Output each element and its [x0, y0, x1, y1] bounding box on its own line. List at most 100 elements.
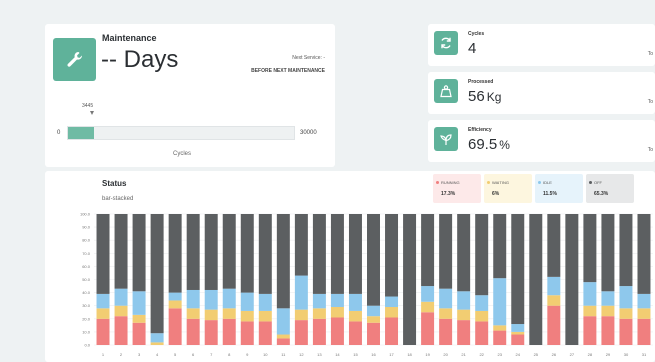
bar-off-1 [96, 214, 110, 294]
bar-running-20 [439, 318, 453, 345]
x-tick-label: 28 [588, 352, 593, 357]
bar-off-28 [583, 214, 597, 283]
bar-off-2 [114, 214, 128, 289]
y-tick-label: 70.0 [82, 251, 91, 256]
x-tick-label: 5 [174, 352, 177, 357]
bar-off-8 [222, 214, 236, 289]
off-dot-icon [589, 181, 592, 184]
bar-running-31 [637, 318, 651, 345]
y-tick-label: 20.0 [82, 316, 91, 321]
y-tick-label: 100.0 [80, 212, 91, 217]
legend-idle: IDLE 11.5% [535, 174, 583, 203]
bar-running-5 [168, 308, 182, 345]
bar-idle-9 [240, 292, 254, 311]
x-tick-label: 15 [353, 352, 358, 357]
y-tick-label: 40.0 [82, 290, 91, 295]
x-tick-label: 19 [425, 352, 430, 357]
bar-running-6 [186, 318, 200, 345]
bar-running-21 [457, 320, 471, 345]
x-tick-label: 24 [516, 352, 521, 357]
y-tick-label: 50.0 [82, 277, 91, 282]
x-tick-label: 12 [299, 352, 304, 357]
x-tick-label: 21 [461, 352, 466, 357]
bar-off-13 [312, 214, 326, 294]
bar-off-11 [276, 214, 290, 309]
legend-off-name: OFF [594, 180, 602, 185]
bar-waiting-19 [421, 301, 435, 313]
bar-waiting-13 [312, 308, 326, 319]
wrench-icon [67, 51, 82, 67]
bar-idle-6 [186, 289, 200, 309]
legend-waiting: WAITING 6% [484, 174, 532, 203]
bar-off-17 [385, 214, 399, 297]
legend-waiting-value: 6% [492, 191, 500, 197]
legend-running-value: 17.3% [441, 191, 456, 197]
bar-running-9 [240, 321, 254, 345]
idle-dot-icon [538, 181, 541, 184]
cycles-stat-card: Cycles 4 To [428, 24, 655, 66]
bar-off-7 [204, 214, 218, 290]
bar-idle-19 [421, 286, 435, 302]
waiting-dot-icon [487, 181, 490, 184]
cycles-stat-title: Cycles [468, 31, 485, 37]
bar-waiting-6 [186, 308, 200, 319]
processed-stat-unit: Kg [486, 90, 502, 104]
cycles-progress-bar [67, 126, 295, 140]
refresh-icon [441, 37, 451, 49]
bar-idle-7 [204, 289, 218, 310]
bar-idle-29 [601, 291, 615, 306]
bar-waiting-21 [457, 309, 471, 321]
bar-idle-13 [312, 293, 326, 309]
bar-off-9 [240, 214, 254, 293]
cycles-max-label: 30000 [300, 130, 317, 136]
x-tick-label: 1 [102, 352, 105, 357]
bar-idle-4 [150, 333, 164, 343]
bar-idle-2 [114, 288, 128, 306]
bar-running-29 [601, 316, 615, 345]
y-tick-label: 30.0 [82, 303, 91, 308]
processed-stat-card: Processed 56 Kg To [428, 72, 655, 114]
bar-idle-31 [637, 293, 651, 309]
cycles-stat-value: 4 [468, 40, 476, 57]
x-tick-label: 22 [479, 352, 484, 357]
y-tick-label: 80.0 [82, 238, 91, 243]
bar-idle-28 [583, 282, 597, 306]
cycles-axis-label: Cycles [173, 151, 192, 157]
bar-idle-8 [222, 288, 236, 309]
x-tick-label: 11 [281, 352, 286, 357]
bar-idle-3 [132, 291, 146, 315]
processed-stat-number: 56 [468, 88, 485, 105]
x-tick-label: 30 [624, 352, 629, 357]
bar-waiting-16 [367, 316, 380, 323]
x-tick-label: 16 [371, 352, 376, 357]
bar-idle-21 [457, 291, 471, 310]
legend-waiting-name: WAITING [492, 180, 509, 185]
bar-off-23 [493, 214, 507, 279]
bar-running-1 [96, 318, 110, 345]
efficiency-stat-unit: % [499, 138, 510, 152]
bar-running-23 [493, 330, 507, 345]
bar-running-15 [348, 321, 362, 345]
bar-idle-1 [96, 293, 110, 309]
bar-idle-26 [547, 276, 561, 296]
bar-off-22 [475, 214, 489, 296]
efficiency-stat-title: Efficiency [468, 127, 492, 133]
x-tick-label: 6 [192, 352, 195, 357]
bar-off-4 [150, 214, 164, 334]
bar-running-19 [421, 312, 435, 345]
x-tick-label: 2 [120, 352, 123, 357]
bar-off-20 [439, 214, 453, 289]
bar-running-7 [204, 320, 218, 345]
x-tick-label: 17 [389, 352, 394, 357]
x-tick-label: 8 [228, 352, 231, 357]
bar-idle-23 [493, 278, 507, 326]
bar-running-12 [294, 320, 308, 345]
x-tick-label: 31 [642, 352, 647, 357]
legend-running-name: RUNNING [441, 180, 460, 185]
efficiency-stat-number: 69.5 [468, 136, 498, 153]
bar-waiting-11 [276, 334, 290, 339]
legend-off: OFF 65.3% [586, 174, 634, 203]
bar-running-22 [475, 321, 489, 345]
processed-stat-title: Processed [468, 79, 494, 85]
bar-idle-16 [367, 305, 380, 317]
